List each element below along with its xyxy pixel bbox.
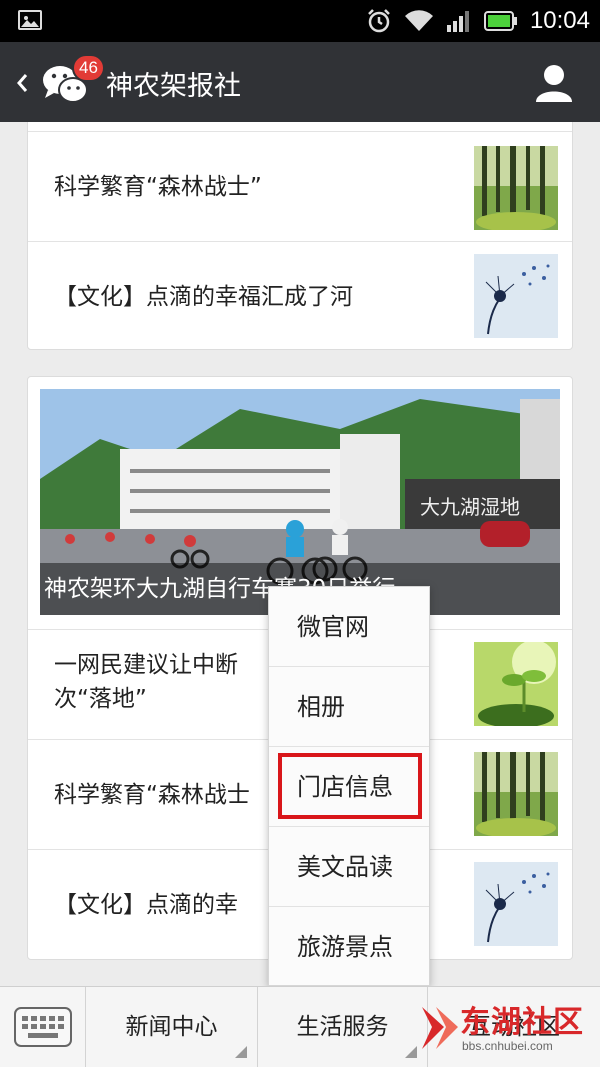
battery-icon: [483, 11, 517, 31]
tab-label: 生活服务: [296, 1014, 389, 1040]
dandelion-thumbnail: [474, 862, 558, 946]
page-title: 神农架报社: [106, 71, 241, 102]
watermark-url: bbs.cnhubei.com: [462, 1039, 553, 1053]
menu-item-scenic-spots[interactable]: 旅游景点: [269, 907, 429, 987]
hero-image[interactable]: 大九湖湿地 神农架环大九湖自行车赛30日举行: [40, 389, 560, 615]
article-title: 科学繁育“森林战士”: [54, 174, 262, 200]
tab-life-services[interactable]: 生活服务: [258, 987, 428, 1067]
submenu-indicator-icon: [405, 1046, 417, 1058]
signal-icon: [446, 11, 469, 32]
menu-item-micro-site[interactable]: 微官网: [269, 587, 429, 667]
article-title: 科学繁育“森林战士: [54, 782, 250, 808]
forest-thumbnail: [474, 752, 558, 836]
list-item[interactable]: 科学繁育“森林战士”: [28, 131, 572, 241]
profile-icon[interactable]: [534, 62, 574, 104]
submenu-indicator-icon: [235, 1046, 247, 1058]
keyboard-icon: [14, 1007, 72, 1047]
tab-label: 新闻中心: [125, 1014, 218, 1040]
sprout-thumbnail: [474, 642, 558, 726]
popup-menu: 微官网 相册 门店信息 美文品读 旅游景点: [268, 586, 430, 986]
dandelion-thumbnail: [474, 254, 558, 338]
keyboard-toggle-button[interactable]: [0, 987, 86, 1067]
article-title-line1: 一网民建议让中断: [54, 652, 238, 678]
back-button[interactable]: [12, 66, 34, 100]
status-bar: 10:04: [0, 0, 600, 42]
hero-sign-text: 大九湖湿地: [420, 495, 520, 519]
article-card: 科学繁育“森林战士” 【文化】点滴的幸福汇成了河: [27, 122, 573, 350]
article-title: 【文化】点滴的幸福汇成了河: [54, 284, 353, 310]
watermark: 东湖社区 bbs.cnhubei.com: [418, 995, 596, 1061]
gallery-notification-icon: [18, 10, 42, 30]
unread-badge: 46: [72, 54, 105, 82]
article-title-line2: 次“落地”: [54, 686, 147, 712]
list-item[interactable]: 【文化】点滴的幸福汇成了河: [28, 241, 572, 351]
title-bar: 46 神农架报社: [0, 42, 600, 122]
forest-thumbnail: [474, 146, 558, 230]
highlight-box: [278, 753, 422, 819]
menu-item-album[interactable]: 相册: [269, 667, 429, 747]
menu-item-reading[interactable]: 美文品读: [269, 827, 429, 907]
wifi-icon: [404, 10, 433, 32]
alarm-icon: [368, 9, 390, 33]
watermark-text: 东湖社区: [460, 1005, 584, 1040]
article-title: 【文化】点滴的幸: [54, 892, 238, 918]
article-title: 一网民建议让中断 次“落地”: [54, 648, 238, 716]
watermark-logo-icon: [422, 1007, 458, 1049]
clock: 10:04: [529, 7, 590, 34]
chevron-left-icon: [17, 74, 28, 92]
tab-news-center[interactable]: 新闻中心: [86, 987, 258, 1067]
bottom-menu-bar: 新闻中心 生活服务 互动社区 东湖社区 bbs.cnhubei.com: [0, 986, 600, 1067]
